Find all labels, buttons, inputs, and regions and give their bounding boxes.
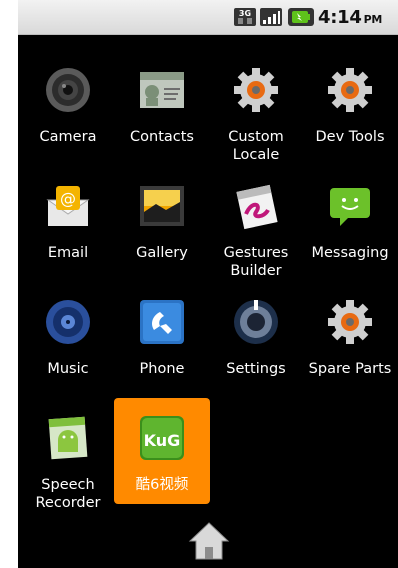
app-music[interactable]: Music	[20, 282, 116, 392]
gestures-icon	[236, 184, 278, 230]
app-label: Gestures Builder	[223, 245, 289, 279]
phone-icon	[140, 300, 184, 344]
camera-icon	[46, 68, 90, 112]
app-label: 酷6视频	[135, 477, 189, 493]
app-label: Speech Recorder	[35, 477, 101, 511]
app-gestures-builder[interactable]: Gestures Builder	[208, 166, 304, 279]
gear-icon	[234, 68, 278, 112]
app-dev-tools[interactable]: Dev Tools	[302, 50, 398, 160]
app-label: Camera	[39, 129, 97, 145]
app-email[interactable]: @ Email	[20, 166, 116, 276]
app-ku6-video[interactable]: KuG 酷6视频	[114, 398, 210, 504]
gear-icon	[328, 68, 372, 112]
status-bar: 3G 4:14 PM	[18, 0, 398, 35]
battery-icon	[288, 8, 314, 26]
app-custom-locale[interactable]: Custom Locale	[208, 50, 304, 163]
app-spare-parts[interactable]: Spare Parts	[302, 282, 398, 392]
clock-time: 4:14	[318, 7, 362, 28]
svg-text:3G: 3G	[239, 9, 251, 18]
music-icon	[46, 300, 90, 344]
app-label: Custom Locale	[228, 129, 284, 163]
signal-icon	[260, 8, 282, 26]
app-label: Spare Parts	[308, 361, 392, 377]
app-gallery[interactable]: Gallery	[114, 166, 210, 276]
clock-ampm: PM	[363, 13, 383, 26]
app-label: Gallery	[136, 245, 188, 261]
gear-icon	[328, 300, 372, 344]
svg-text:@: @	[60, 189, 76, 208]
app-drawer-screen: 3G 4:14 PM Camera Contacts Custom Locale…	[18, 0, 398, 568]
android-icon	[48, 416, 88, 460]
messaging-icon	[330, 188, 370, 226]
app-messaging[interactable]: Messaging	[302, 166, 398, 276]
gallery-icon	[140, 186, 184, 226]
app-label: Messaging	[311, 245, 389, 261]
app-label: Phone	[139, 361, 185, 377]
app-label: Contacts	[130, 129, 194, 145]
contacts-icon	[140, 72, 184, 108]
app-label: Settings	[226, 361, 286, 377]
app-label: Dev Tools	[315, 129, 385, 145]
app-settings[interactable]: Settings	[208, 282, 304, 392]
svg-text:KuG: KuG	[144, 431, 181, 450]
settings-icon	[234, 300, 278, 344]
app-label: Music	[47, 361, 89, 377]
home-icon[interactable]	[188, 521, 230, 561]
app-label: Email	[47, 245, 89, 261]
ku6-icon: KuG	[140, 416, 184, 460]
app-phone[interactable]: Phone	[114, 282, 210, 392]
clock: 4:14 PM	[318, 7, 382, 28]
email-icon: @	[46, 186, 90, 226]
app-camera[interactable]: Camera	[20, 50, 116, 160]
3g-icon: 3G	[234, 8, 256, 26]
app-contacts[interactable]: Contacts	[114, 50, 210, 160]
app-speech-recorder[interactable]: Speech Recorder	[20, 398, 116, 511]
